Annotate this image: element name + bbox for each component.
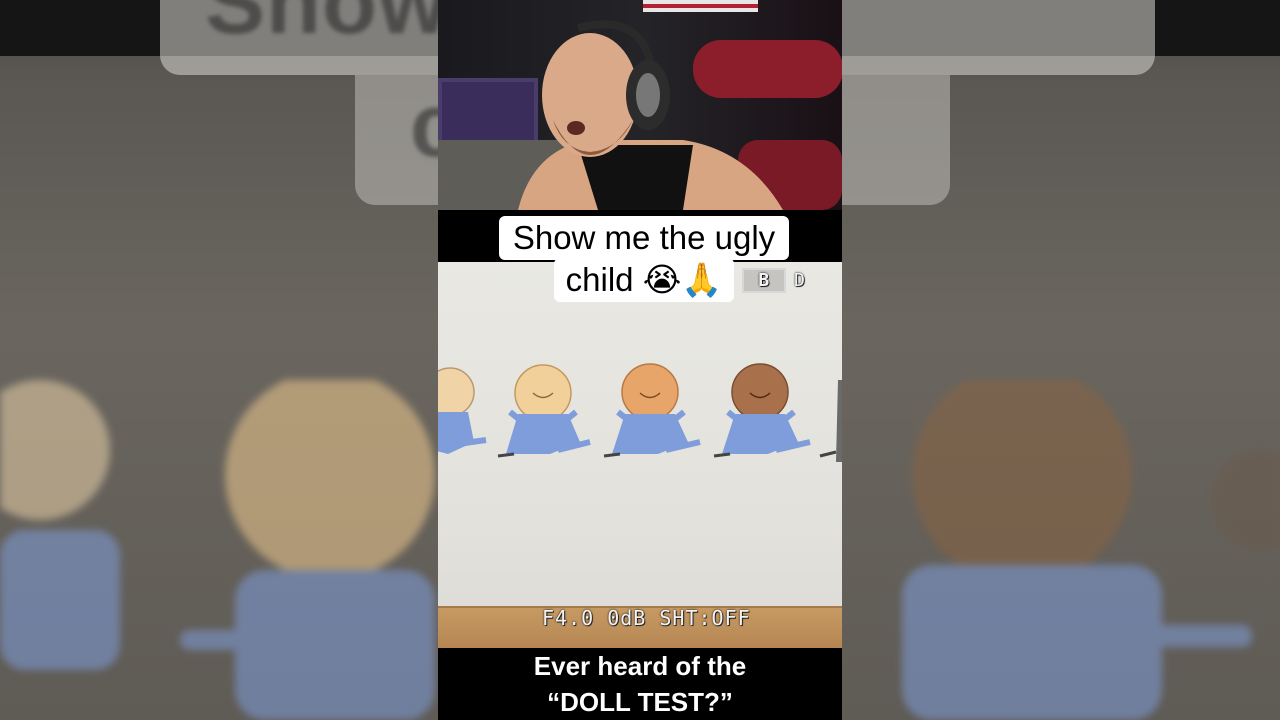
doll-4: [713, 363, 811, 458]
backdrop-dolls-left: [0, 380, 435, 720]
doll-test-clip: B D F4.0 0dB SHT:OFF: [438, 262, 842, 648]
subtitle-line-1: Ever heard of the: [533, 651, 747, 681]
caption-line-2: child 😭🙏: [553, 258, 735, 302]
subtitle-line-2: “DOLL TEST?”: [547, 687, 733, 717]
doll-3: [603, 363, 701, 458]
caption-line-1: Show me the ugly: [498, 216, 790, 260]
webcam-feed: [438, 0, 842, 210]
doll-row-drawing: [438, 363, 842, 462]
doll-2: [497, 364, 591, 458]
caption-overlay: Show me the ugly child 😭🙏: [487, 216, 801, 302]
doll-1: [438, 367, 487, 454]
subtitle: Ever heard of the “DOLL TEST?”: [438, 648, 842, 720]
doll-5: [819, 380, 842, 462]
streamer-image: [438, 0, 842, 210]
backdrop-dolls-right: [902, 380, 1280, 720]
video-player[interactable]: Show me the ugly child 😭🙏 B D F4.0 0dB S…: [438, 0, 842, 720]
camera-osd-readout: F4.0 0dB SHT:OFF: [542, 606, 751, 630]
